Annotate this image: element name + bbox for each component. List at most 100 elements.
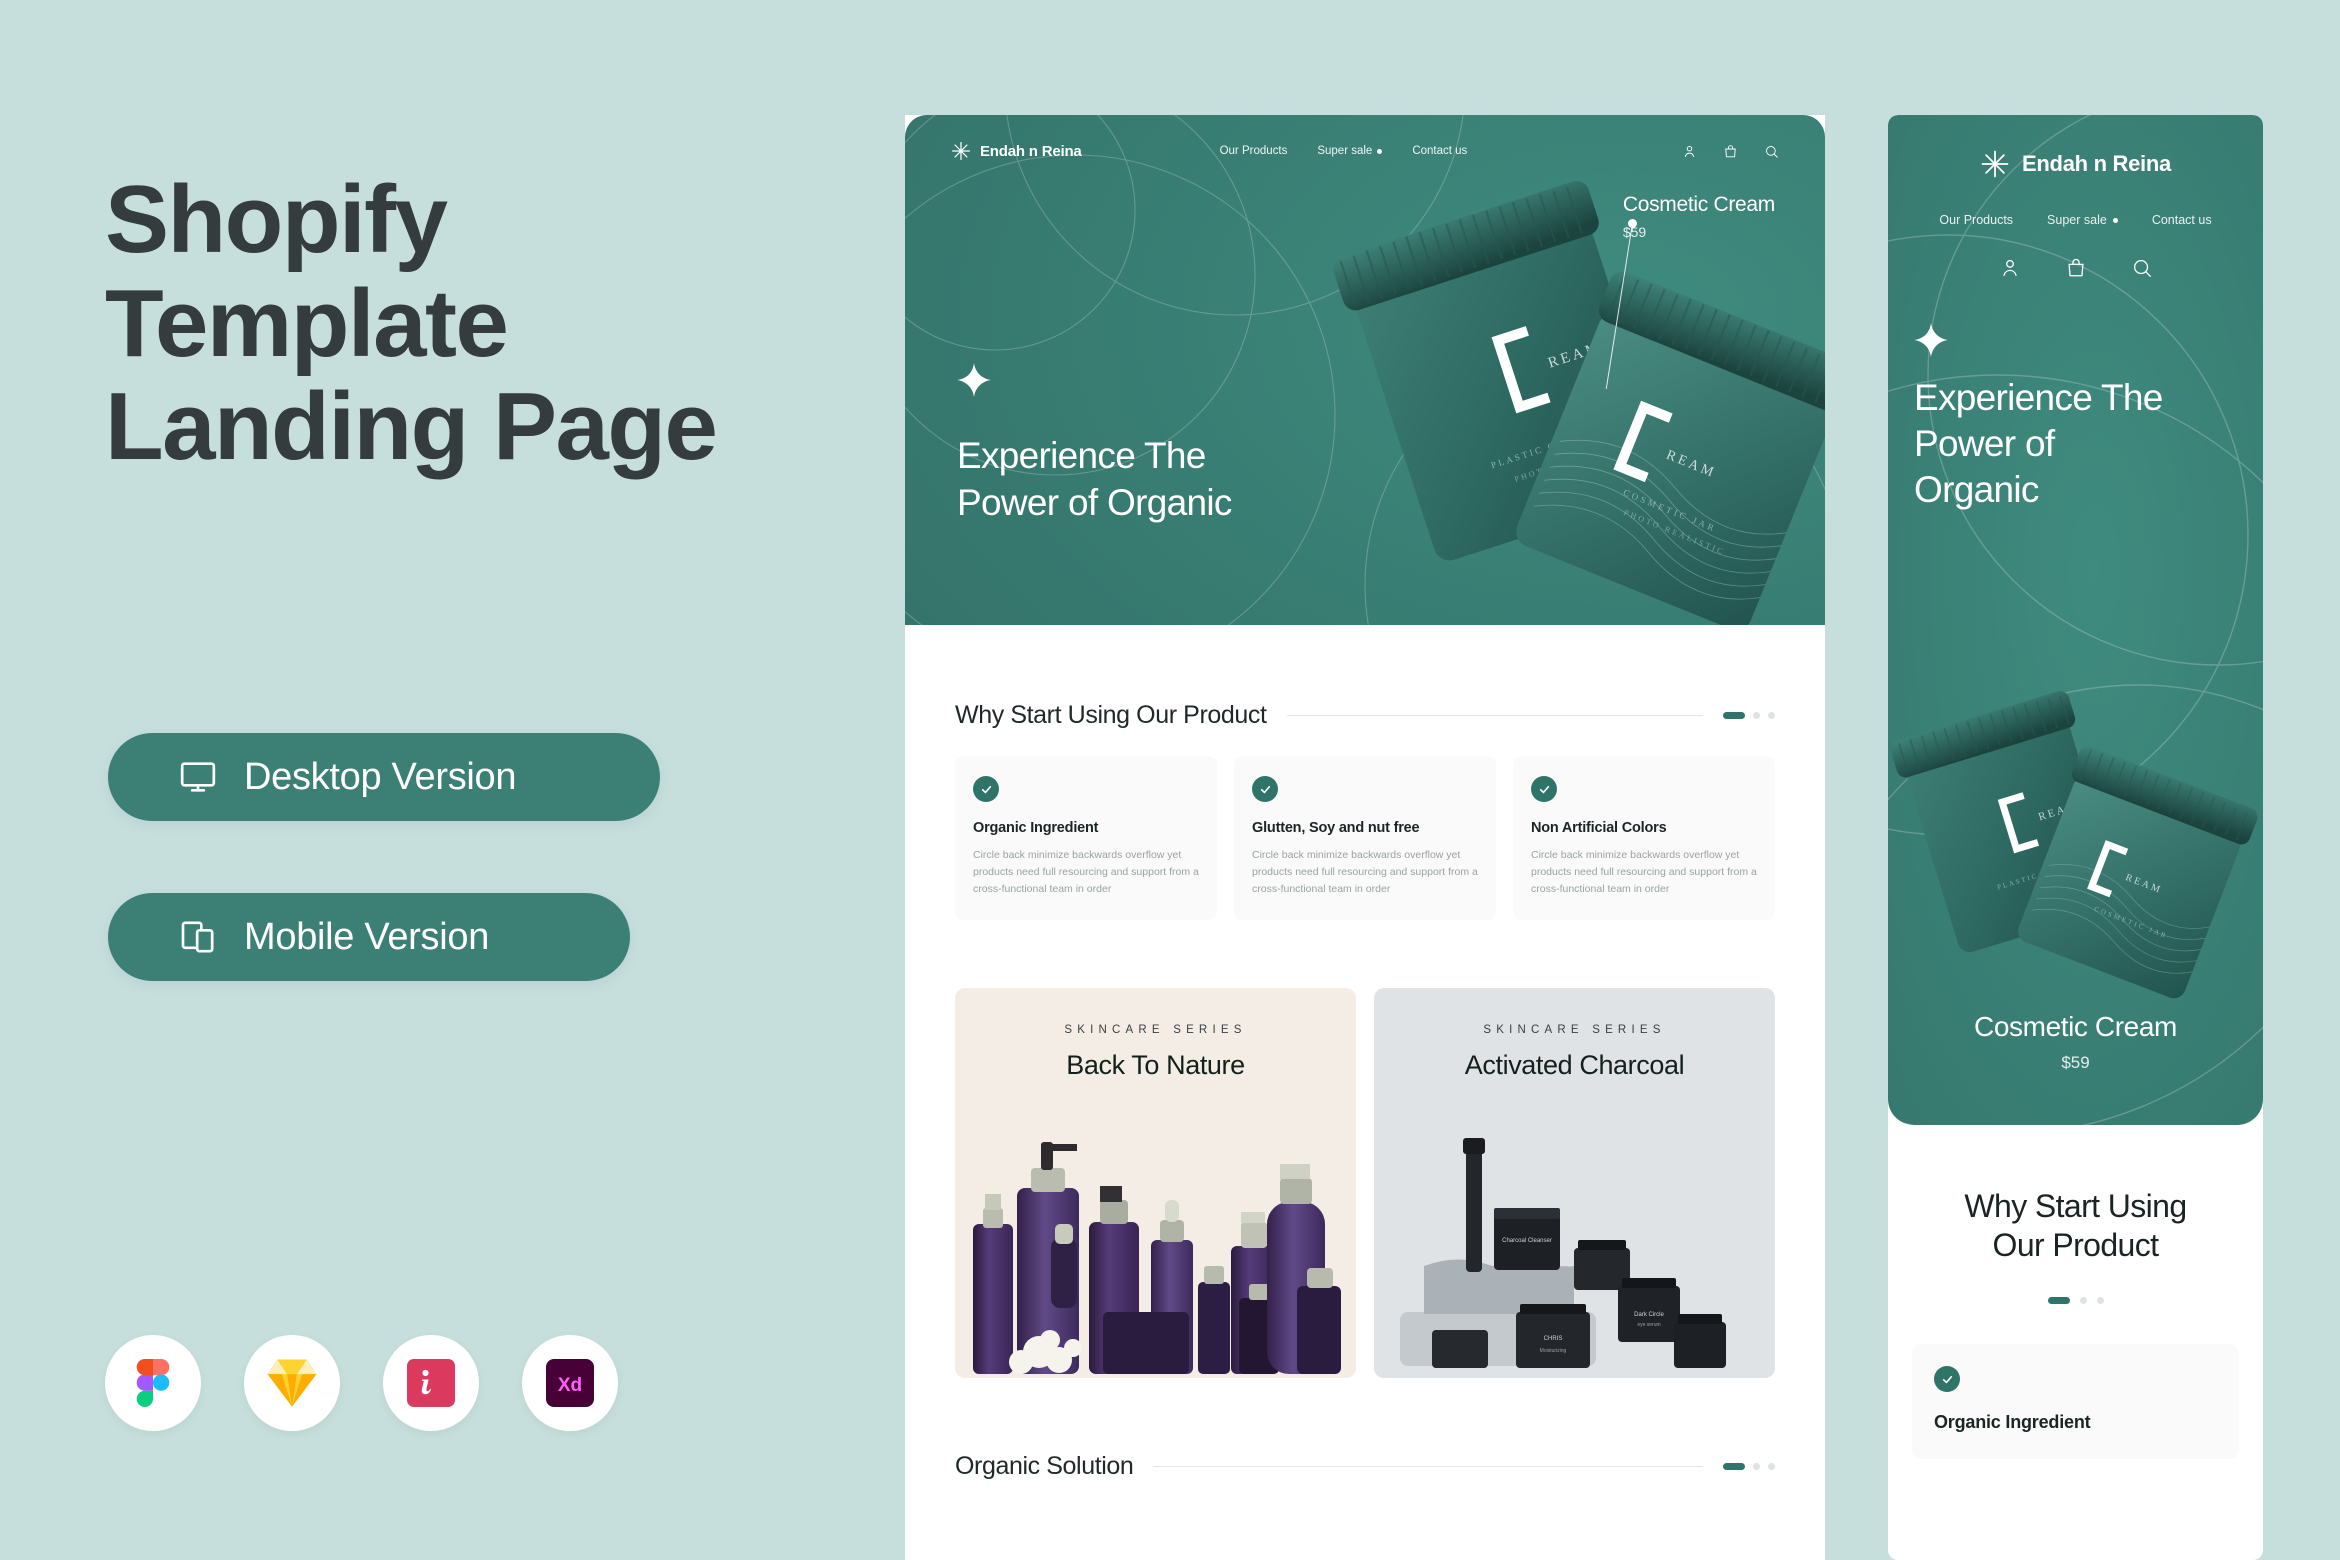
series-image-charcoal-products: Charcoal Cleanser Dark Circle eye serum … xyxy=(1400,1138,1726,1368)
mobile-feature-card: Organic Ingredient xyxy=(1912,1344,2239,1460)
pager-active-dot[interactable] xyxy=(1723,712,1745,719)
mobile-hero: Endah n Reina Our Products Super sale Co… xyxy=(1888,115,2263,1125)
hero-heading-line-2: Power of Organic xyxy=(957,482,1232,524)
solution-section-header: Organic Solution xyxy=(905,1452,1825,1481)
navbar-actions xyxy=(1682,144,1779,159)
mobile-feature-card-title: Organic Ingredient xyxy=(1934,1412,2091,1433)
mobile-why-title-line-2: Our Product xyxy=(1992,1227,2160,1264)
series-title: Activated Charcoal xyxy=(1464,1050,1685,1080)
shopping-bag-icon[interactable] xyxy=(1723,144,1738,159)
svg-text:CHRIS: CHRIS xyxy=(1544,1336,1563,1342)
adobe-xd-icon[interactable]: Xd xyxy=(522,1335,618,1431)
site-navbar: Endah n Reina Our Products Super sale Co… xyxy=(905,115,1825,187)
feature-card: Organic Ingredient Circle back minimize … xyxy=(955,756,1217,920)
sparkle-icon xyxy=(957,363,1232,398)
mobile-hero-copy: Experience The Power of Organic xyxy=(1888,279,2263,513)
series-title: Back To Nature xyxy=(1066,1050,1245,1080)
skincare-series-list: SKINCARE SERIES Back To Nature SKINCARE … xyxy=(905,988,1825,1378)
nav-label: Our Products xyxy=(1219,145,1288,157)
mobile-hero-line-2: Power of xyxy=(1914,422,2055,464)
hero-copy: Experience The Power of Organic xyxy=(957,363,1232,527)
invision-icon[interactable] xyxy=(383,1335,479,1431)
mobile-hero-line-3: Organic xyxy=(1914,468,2039,510)
svg-text:Moisturizing: Moisturizing xyxy=(1540,1348,1567,1354)
canvas: Shopify Template Landing Page Desktop Ve… xyxy=(0,0,2340,1560)
why-section-pager[interactable] xyxy=(1723,712,1775,719)
series-kicker: SKINCARE SERIES xyxy=(1064,1024,1247,1036)
design-tool-icons: Xd xyxy=(105,1335,618,1431)
search-icon[interactable] xyxy=(1764,144,1779,159)
desktop-version-label: Desktop Version xyxy=(244,755,517,798)
mobile-why-pager[interactable] xyxy=(1914,1297,2237,1305)
sketch-icon[interactable] xyxy=(244,1335,340,1431)
pager-dot[interactable] xyxy=(1768,712,1775,719)
mobile-preview: Endah n Reina Our Products Super sale Co… xyxy=(1888,115,2263,1560)
product-name: Cosmetic Cream xyxy=(1974,1011,2177,1042)
svg-text:eye serum: eye serum xyxy=(1637,1322,1660,1328)
feature-card-body: Circle back minimize backwards overflow … xyxy=(1531,849,1757,895)
desktop-preview: Endah n Reina Our Products Super sale Co… xyxy=(905,115,1825,1560)
feature-card-title: Glutten, Soy and nut free xyxy=(1252,820,1420,836)
check-circle-icon xyxy=(1531,776,1557,802)
pager-dot[interactable] xyxy=(1753,1463,1760,1470)
pager-dot[interactable] xyxy=(2096,1297,2104,1305)
pager-dot[interactable] xyxy=(1768,1463,1775,1470)
check-circle-icon xyxy=(973,776,999,802)
mobile-why-title: Why Start Using Our Product xyxy=(1914,1187,2237,1265)
series-card-activated-charcoal[interactable]: SKINCARE SERIES Activated Charcoal Charc… xyxy=(1374,988,1775,1378)
mobile-product-callout: Cosmetic Cream $59 xyxy=(1888,1011,2263,1073)
pager-active-dot[interactable] xyxy=(2047,1297,2070,1305)
why-section-title: Why Start Using Our Product xyxy=(955,701,1267,729)
feature-card: Non Artificial Colors Circle back minimi… xyxy=(1513,756,1775,920)
why-section-header: Why Start Using Our Product xyxy=(905,701,1825,730)
promo-title-line-2: Template xyxy=(105,269,509,377)
hero-heading-line-1: Experience The xyxy=(957,435,1206,477)
check-circle-icon xyxy=(1252,776,1278,802)
nav-item-super-sale[interactable]: Super sale xyxy=(1317,145,1383,157)
feature-card: Glutten, Soy and nut free Circle back mi… xyxy=(1234,756,1496,920)
desktop-version-button[interactable]: Desktop Version xyxy=(108,733,660,821)
promo-panel: Shopify Template Landing Page Desktop Ve… xyxy=(0,0,905,1560)
solution-section-pager[interactable] xyxy=(1723,1463,1775,1470)
series-card-back-to-nature[interactable]: SKINCARE SERIES Back To Nature xyxy=(955,988,1356,1378)
pager-dot[interactable] xyxy=(2079,1297,2087,1305)
nav-item-our-products[interactable]: Our Products xyxy=(1220,145,1288,157)
divider xyxy=(1153,1466,1703,1467)
mobile-why-section: Why Start Using Our Product xyxy=(1888,1125,2263,1305)
callout-leader-dot xyxy=(1627,219,1637,228)
desktop-hero: Endah n Reina Our Products Super sale Co… xyxy=(905,115,1825,625)
mobile-version-label: Mobile Version xyxy=(244,915,490,958)
monitor-icon xyxy=(178,757,218,797)
divider xyxy=(1286,715,1703,716)
feature-card-body: Circle back minimize backwards overflow … xyxy=(973,849,1199,895)
nav-label: Super sale xyxy=(1317,145,1373,157)
nav-item-contact-us[interactable]: Contact us xyxy=(1412,145,1467,157)
svg-text:Dark Circle: Dark Circle xyxy=(1634,1312,1664,1318)
mobile-version-button[interactable]: Mobile Version xyxy=(108,893,630,981)
mobile-hero-heading: Experience The Power of Organic xyxy=(1914,375,2237,513)
feature-card-body: Circle back minimize backwards overflow … xyxy=(1252,849,1478,895)
series-kicker: SKINCARE SERIES xyxy=(1483,1024,1666,1036)
page-title: Shopify Template Landing Page xyxy=(105,168,825,479)
product-image-cosmetic-jars: REAM PLASTIC COSMETIC xyxy=(1890,691,2258,999)
brand-name: Endah n Reina xyxy=(980,142,1082,160)
feature-card-title: Organic Ingredient xyxy=(973,820,1099,836)
product-callout: Cosmetic Cream $59 xyxy=(1605,193,1775,390)
devices-icon xyxy=(178,917,218,957)
pager-dot[interactable] xyxy=(1753,712,1760,719)
nav-label: Contact us xyxy=(1412,145,1468,157)
svg-text:Xd: Xd xyxy=(558,1375,582,1396)
pager-active-dot[interactable] xyxy=(1723,1463,1745,1470)
check-circle-icon xyxy=(1934,1366,1960,1393)
product-name: Cosmetic Cream xyxy=(1622,193,1775,216)
hero-heading: Experience The Power of Organic xyxy=(957,433,1232,527)
brand[interactable]: Endah n Reina xyxy=(951,141,1082,161)
figma-icon[interactable] xyxy=(105,1335,201,1431)
product-price: $59 xyxy=(2061,1053,2090,1072)
series-image-purple-bottles xyxy=(973,1142,1341,1374)
account-icon[interactable] xyxy=(1682,144,1697,159)
solution-section-title: Organic Solution xyxy=(955,1452,1134,1480)
starburst-logo-icon xyxy=(951,141,971,161)
promo-title-line-1: Shopify xyxy=(105,166,448,273)
sale-badge-dot xyxy=(1377,148,1383,154)
